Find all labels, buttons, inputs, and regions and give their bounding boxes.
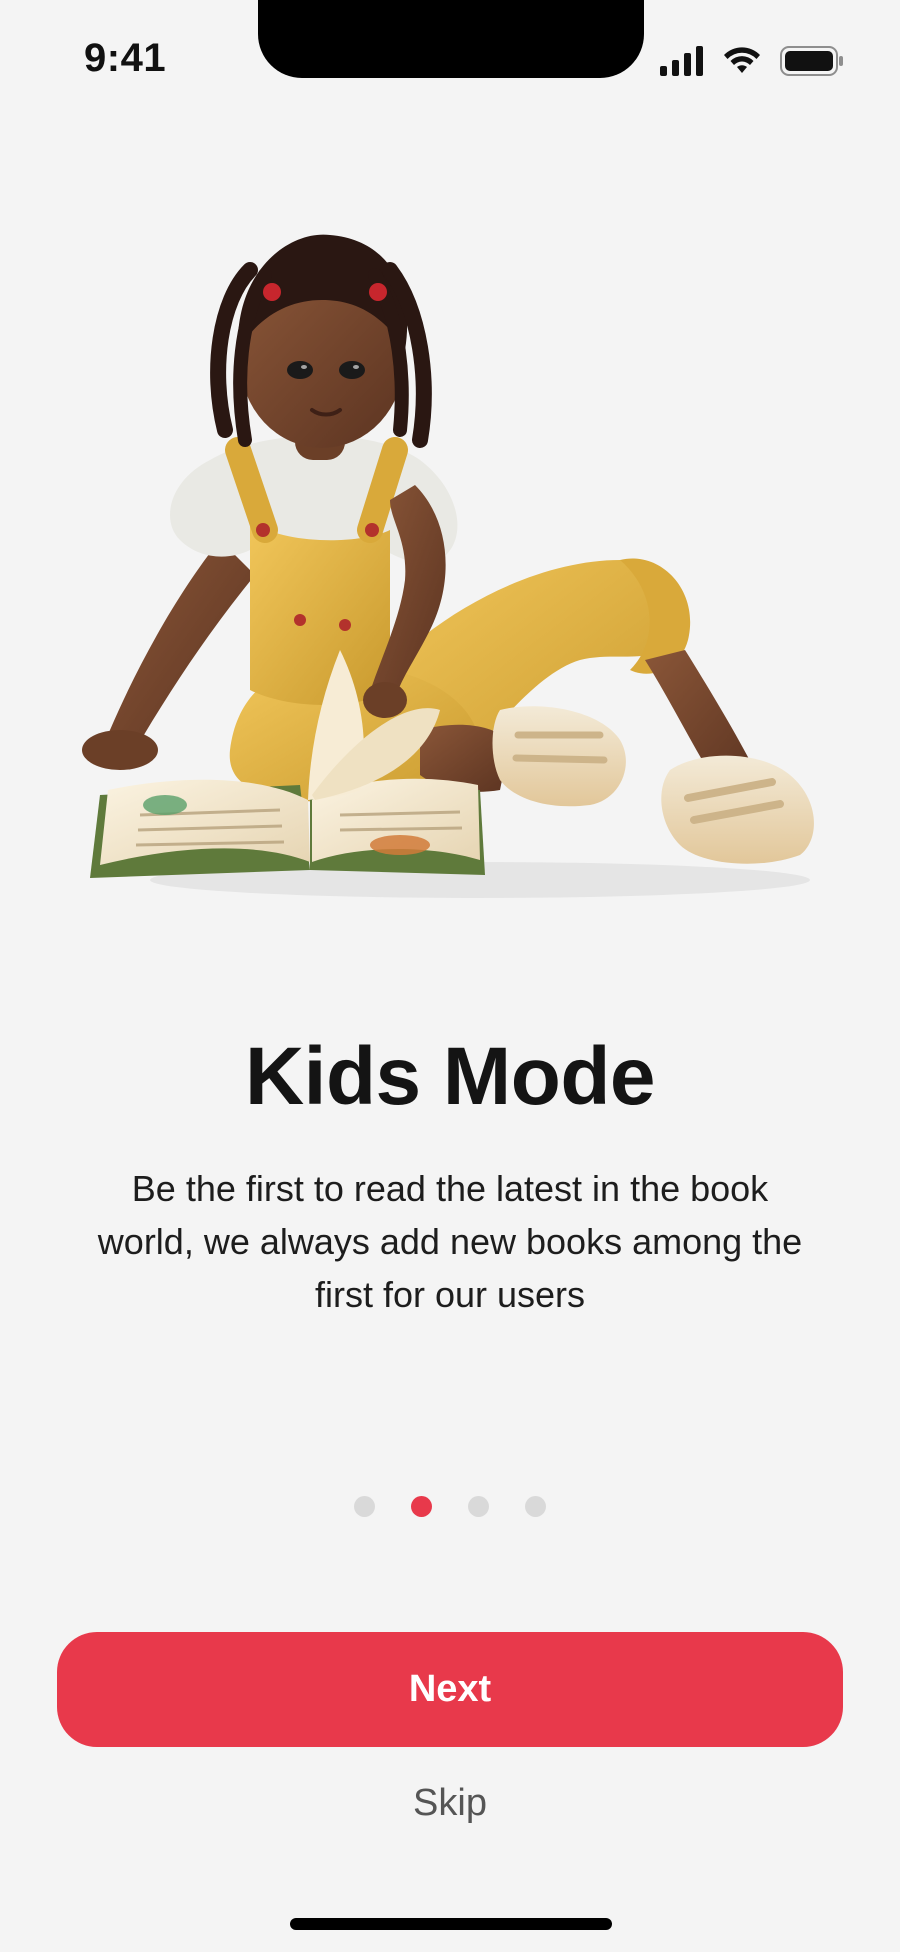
page-indicator <box>0 1496 900 1518</box>
status-icons <box>660 42 844 80</box>
page-dot-4[interactable] <box>525 1496 546 1517</box>
next-button[interactable]: Next <box>57 1632 843 1747</box>
page-dot-3[interactable] <box>468 1496 489 1517</box>
home-indicator <box>290 1918 612 1930</box>
skip-button[interactable]: Skip <box>0 1782 900 1825</box>
signal-icon <box>660 46 704 76</box>
battery-icon <box>780 46 844 76</box>
page-dot-1[interactable] <box>354 1496 375 1517</box>
page-dot-2-active[interactable] <box>411 1496 432 1517</box>
onboarding-screen: 9:41 Kids Mode Be the first to read the … <box>0 0 900 1952</box>
status-time: 9:41 <box>84 36 167 80</box>
onboarding-description: Be the first to read the latest in the b… <box>97 1168 803 1315</box>
child-reading-illustration <box>60 230 840 910</box>
device-notch <box>258 0 644 78</box>
onboarding-title: Kids Mode <box>244 1031 656 1122</box>
wifi-icon <box>722 46 762 76</box>
